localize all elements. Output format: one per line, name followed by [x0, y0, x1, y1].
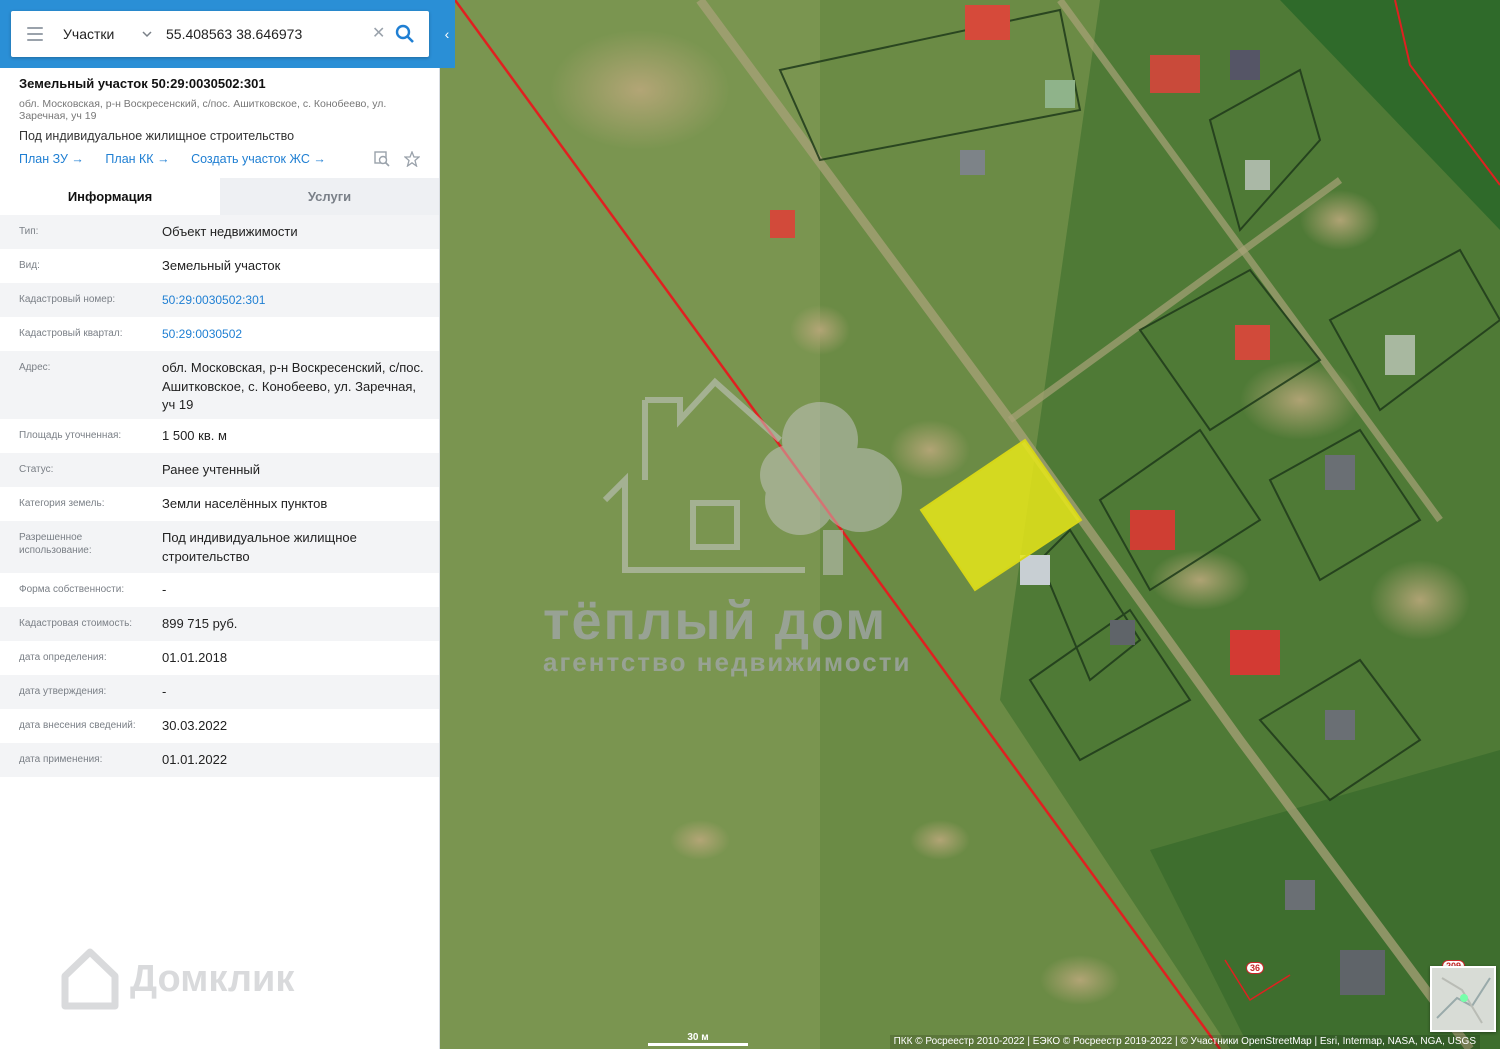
tab-services[interactable]: Услуги — [220, 178, 439, 215]
info-value: Ранее учтенный — [162, 462, 260, 477]
domclick-house-icon — [61, 948, 119, 1010]
plan-kk-link[interactable]: План КК → — [105, 152, 169, 166]
info-row: дата внесения сведений: 30.03.2022 — [0, 709, 439, 743]
info-label: дата утверждения: — [19, 686, 107, 697]
info-label: дата определения: — [19, 652, 107, 663]
info-value-link[interactable]: 50:29:0030502:301 — [162, 291, 427, 310]
info-label: Вид: — [19, 260, 40, 271]
minimap-thumbnail[interactable] — [1430, 966, 1496, 1032]
info-value: Земли населённых пунктов — [162, 496, 328, 511]
layer-select[interactable]: Участки — [63, 11, 114, 57]
map-attribution: ПКК © Росреестр 2010-2022 | ЕЭКО © Росре… — [889, 1035, 1480, 1049]
search-bar: Участки 55.408563 38.646973 ✕ ‹ — [0, 0, 455, 68]
info-label: Площадь уточненная: — [19, 430, 122, 441]
collapse-panel-icon[interactable]: ‹ — [439, 18, 455, 50]
info-value: 01.01.2018 — [162, 650, 228, 665]
minimap-icon — [1436, 977, 1491, 1024]
parcel-actions — [364, 150, 421, 172]
info-row: дата утверждения: - — [0, 675, 439, 709]
parcel-links: План ЗУ → План КК → Создать участок ЖС → — [19, 152, 344, 166]
chevron-down-icon[interactable] — [142, 29, 152, 39]
info-label: Категория земель: — [19, 498, 105, 509]
info-label: Статус: — [19, 464, 54, 475]
info-value: обл. Московская, р-н Воскресенский, с/по… — [162, 360, 424, 412]
info-value-link[interactable]: 50:29:0030502 — [162, 325, 427, 344]
watermark-title: тёплый дом — [543, 591, 888, 651]
side-panel: Земельный участок 50:29:0030502:301 обл.… — [0, 0, 440, 1049]
info-value: Под индивидуальное жилищное строительств… — [162, 530, 357, 564]
info-label: Кадастровый номер: — [19, 294, 116, 305]
parcel-header: Земельный участок 50:29:0030502:301 обл.… — [0, 68, 439, 178]
info-label: Кадастровая стоимость: — [19, 618, 133, 629]
info-label: дата внесения сведений: — [19, 720, 136, 731]
info-row: Кадастровая стоимость: 899 715 руб. — [0, 607, 439, 641]
panel-tabs: Информация Услуги — [0, 178, 439, 215]
search-icon[interactable] — [395, 24, 415, 44]
create-parcel-link[interactable]: Создать участок ЖС → — [191, 152, 326, 166]
menu-icon[interactable] — [27, 27, 43, 41]
info-row: Тип: Объект недвижимости — [0, 215, 439, 249]
info-row: Статус: Ранее учтенный — [0, 453, 439, 487]
search-box: Участки 55.408563 38.646973 ✕ — [11, 11, 429, 57]
domclick-wordmark: Домклик — [130, 958, 295, 1000]
domclick-logo: Домклик — [60, 946, 340, 1016]
parcel-address: обл. Московская, р-н Воскресенский, с/по… — [19, 98, 387, 122]
info-value: 899 715 руб. — [162, 616, 238, 631]
info-value: - — [162, 582, 167, 597]
info-row: дата применения: 01.01.2022 — [0, 743, 439, 777]
info-row: Адрес: обл. Московская, р-н Воскресенский… — [0, 351, 439, 419]
info-value: 30.03.2022 — [162, 718, 228, 733]
search-input[interactable]: 55.408563 38.646973 — [166, 11, 302, 57]
info-value: 01.01.2022 — [162, 752, 228, 767]
scale-bar: 30 м — [648, 1032, 748, 1046]
road-label-36: 36 — [1246, 962, 1265, 974]
info-label: Форма собственности: — [19, 584, 125, 595]
star-icon[interactable] — [403, 150, 421, 171]
info-row: Кадастровый квартал: 50:29:0030502 — [0, 317, 439, 351]
info-label: Адрес: — [19, 362, 51, 373]
info-value: Земельный участок — [162, 258, 281, 273]
plan-zu-link[interactable]: План ЗУ → — [19, 152, 84, 166]
info-value: Объект недвижимости — [162, 224, 298, 239]
scale-label: 30 м — [687, 1032, 709, 1043]
info-label: Кадастровый квартал: — [19, 328, 123, 339]
close-icon[interactable]: ✕ — [372, 25, 385, 43]
info-row: Площадь уточненная: 1 500 кв. м — [0, 419, 439, 453]
info-value: - — [162, 684, 167, 699]
watermark-subtitle: агентство недвижимости — [543, 647, 912, 677]
info-row: дата определения: 01.01.2018 — [0, 641, 439, 675]
info-row: Категория земель: Земли населённых пункто… — [0, 487, 439, 521]
info-row: Форма собственности: - — [0, 573, 439, 607]
info-row: Кадастровый номер: 50:29:0030502:301 — [0, 283, 439, 317]
parcel-use: Под индивидуальное жилищное строительств… — [19, 129, 295, 143]
info-label: дата применения: — [19, 754, 103, 765]
info-row: Вид: Земельный участок — [0, 249, 439, 283]
info-row: Разрешенное использование: Под индивидуал… — [0, 521, 439, 573]
info-label: Разрешенное использование: — [19, 532, 92, 556]
tab-information[interactable]: Информация — [0, 178, 220, 215]
info-label: Тип: — [19, 226, 39, 237]
zoom-to-icon[interactable] — [373, 151, 390, 171]
parcel-title: Земельный участок 50:29:0030502:301 — [19, 76, 266, 91]
info-value: 1 500 кв. м — [162, 428, 227, 443]
